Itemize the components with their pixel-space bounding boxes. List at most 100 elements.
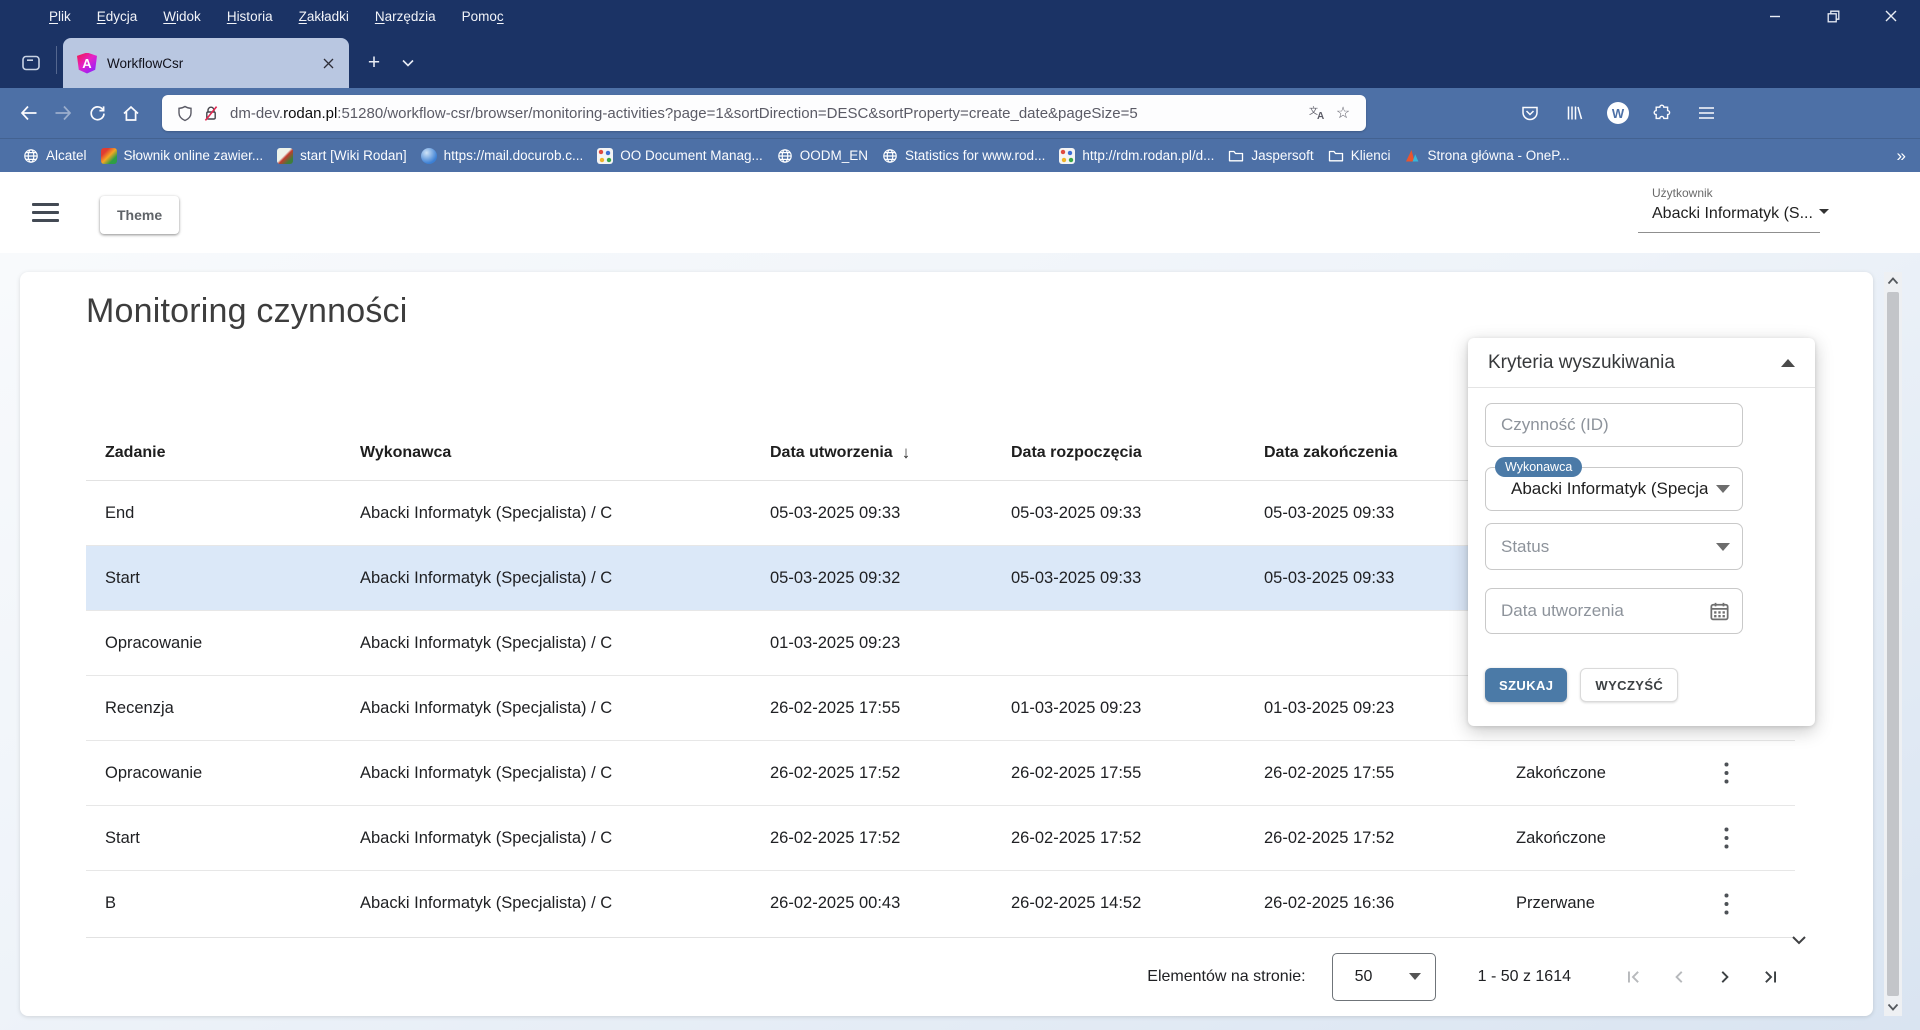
- row-menu-kebab-icon[interactable]: [1714, 758, 1738, 788]
- extensions-puzzle-icon[interactable]: [1646, 97, 1678, 129]
- new-tab-button[interactable]: +: [357, 46, 391, 80]
- tab-title: WorkflowCsr: [107, 56, 317, 71]
- menu-historia[interactable]: Historia: [214, 5, 286, 28]
- table-row[interactable]: Start Abacki Informatyk (Specjalista) / …: [86, 806, 1795, 871]
- menu-widok[interactable]: Widok: [150, 5, 214, 28]
- bookmark-slownik[interactable]: Słownik online zawier...: [94, 144, 271, 168]
- status-cell: Zakończone: [1497, 829, 1690, 848]
- menu-narzedzia[interactable]: Narzędzia: [362, 5, 449, 28]
- col-header-executor[interactable]: Wykonawca: [341, 444, 751, 462]
- row-menu-kebab-icon[interactable]: [1714, 823, 1738, 853]
- browser-tabbar: A WorkflowCsr +: [0, 32, 1920, 88]
- executor-select[interactable]: Wykonawca Abacki Informatyk (Specja: [1485, 467, 1743, 511]
- panel-header[interactable]: Kryteria wyszukiwania: [1468, 338, 1815, 388]
- bookmark-oodm-en[interactable]: OODM_EN: [770, 144, 875, 168]
- pocket-icon[interactable]: [1514, 97, 1546, 129]
- bookmark-wiki-rodan[interactable]: start [Wiki Rodan]: [270, 144, 414, 168]
- previous-page-button[interactable]: [1665, 963, 1693, 991]
- reload-button[interactable]: [80, 96, 114, 130]
- firefox-view-icon: [20, 52, 42, 74]
- chevron-down-icon: [1819, 209, 1829, 214]
- scrollbar-thumb[interactable]: [1887, 292, 1899, 996]
- bookmark-folder-klienci[interactable]: Klienci: [1321, 144, 1398, 168]
- home-button[interactable]: [114, 96, 148, 130]
- list-all-tabs-button[interactable]: [391, 46, 425, 80]
- menu-zakladki[interactable]: Zakładki: [286, 5, 362, 28]
- next-page-button[interactable]: [1711, 963, 1739, 991]
- status-select[interactable]: Status: [1485, 523, 1743, 570]
- reload-icon: [89, 105, 106, 122]
- scrollbar-up-icon[interactable]: [1887, 272, 1899, 290]
- status-cell: Przerwane: [1497, 894, 1690, 913]
- app-menu-hamburger-icon[interactable]: [32, 200, 60, 224]
- table-paginator: Elementów na stronie: 50 1 - 50 z 1614: [86, 937, 1795, 1015]
- col-header-created[interactable]: Data utworzenia↓: [751, 443, 992, 463]
- col-header-finished[interactable]: Data zakończenia: [1245, 444, 1497, 462]
- home-icon: [122, 105, 140, 122]
- chevron-down-icon: [1716, 543, 1730, 551]
- items-per-page-select[interactable]: 50: [1332, 953, 1436, 1001]
- menu-plik[interactable]: Plik: [36, 5, 84, 28]
- tab-workflowcsr[interactable]: A WorkflowCsr: [63, 38, 349, 88]
- bookmarks-overflow-chevron[interactable]: »: [1897, 146, 1906, 166]
- create-date-input[interactable]: Data utworzenia: [1485, 588, 1743, 634]
- table-row[interactable]: Opracowanie Abacki Informatyk (Specjalis…: [86, 741, 1795, 806]
- url-bar[interactable]: dm-dev.rodan.pl:51280/workflow-csr/brows…: [162, 95, 1366, 131]
- bookmark-star-icon[interactable]: ☆: [1330, 100, 1356, 126]
- theme-button[interactable]: Theme: [100, 196, 179, 234]
- bookmark-folder-jaspersoft[interactable]: Jaspersoft: [1221, 144, 1320, 168]
- drop-icon: [421, 148, 437, 164]
- bookmark-alcatel[interactable]: Alcatel: [16, 144, 94, 168]
- translate-icon[interactable]: 文A: [1304, 100, 1330, 126]
- close-icon: [323, 58, 334, 69]
- browser-titlebar: Plik Edycja Widok Historia Zakładki Narz…: [0, 0, 1920, 32]
- row-menu-kebab-icon[interactable]: [1714, 889, 1738, 919]
- table-scroll-down-icon[interactable]: [1791, 932, 1807, 950]
- app-menu-icon[interactable]: [1690, 97, 1722, 129]
- table-row[interactable]: B Abacki Informatyk (Specjalista) / C 26…: [86, 871, 1795, 936]
- calendar-icon[interactable]: [1709, 601, 1730, 622]
- globe-icon: [777, 148, 793, 164]
- browser-menubar: Plik Edycja Widok Historia Zakładki Narz…: [36, 5, 517, 28]
- clear-button[interactable]: WYCZYŚĆ: [1580, 668, 1678, 702]
- app-header: Theme Użytkownik Abacki Informatyk (S...: [0, 172, 1920, 253]
- user-select-label: Użytkownik: [1652, 186, 1820, 200]
- firefox-view-button[interactable]: [14, 46, 48, 80]
- globe-icon: [23, 148, 39, 164]
- tab-close-button[interactable]: [317, 52, 339, 74]
- first-page-button[interactable]: [1619, 963, 1647, 991]
- restore-button[interactable]: [1804, 0, 1862, 32]
- bookmark-onepager[interactable]: Strona główna - OneP...: [1397, 144, 1576, 168]
- executor-field-label: Wykonawca: [1495, 457, 1582, 477]
- close-icon: [1885, 10, 1897, 22]
- folder-icon: [1328, 148, 1344, 164]
- activity-id-input[interactable]: Czynność (ID): [1485, 403, 1743, 447]
- library-icon[interactable]: [1558, 97, 1590, 129]
- user-select-value: Abacki Informatyk (S...: [1652, 205, 1813, 223]
- collapse-panel-icon[interactable]: [1781, 359, 1795, 367]
- page-scrollbar[interactable]: [1884, 272, 1902, 1016]
- col-header-started[interactable]: Data rozpoczęcia: [992, 444, 1245, 462]
- insecure-lock-icon[interactable]: [198, 100, 224, 126]
- shield-icon[interactable]: [172, 100, 198, 126]
- restore-icon: [1827, 10, 1840, 23]
- last-page-button[interactable]: [1757, 963, 1785, 991]
- tab-separator: [56, 46, 57, 74]
- scrollbar-down-icon[interactable]: [1887, 998, 1899, 1016]
- forward-button[interactable]: [46, 96, 80, 130]
- sort-desc-icon: ↓: [902, 443, 911, 463]
- w-extension-icon[interactable]: W: [1602, 97, 1634, 129]
- minimize-button[interactable]: [1746, 0, 1804, 32]
- dots-icon: [597, 148, 613, 164]
- search-button[interactable]: SZUKAJ: [1485, 668, 1567, 702]
- bookmark-rdm[interactable]: http://rdm.rodan.pl/d...: [1052, 144, 1221, 168]
- user-select[interactable]: Użytkownik Abacki Informatyk (S...: [1638, 186, 1820, 233]
- bookmark-docurob[interactable]: https://mail.docurob.c...: [414, 144, 591, 168]
- back-button[interactable]: [12, 96, 46, 130]
- col-header-task[interactable]: Zadanie: [86, 444, 341, 462]
- close-button[interactable]: [1862, 0, 1920, 32]
- bookmark-statistics[interactable]: Statistics for www.rod...: [875, 144, 1052, 168]
- menu-edycja[interactable]: Edycja: [84, 5, 151, 28]
- bookmark-oo-document[interactable]: OO Document Manag...: [590, 144, 770, 168]
- menu-pomoc[interactable]: Pomoc: [449, 5, 517, 28]
